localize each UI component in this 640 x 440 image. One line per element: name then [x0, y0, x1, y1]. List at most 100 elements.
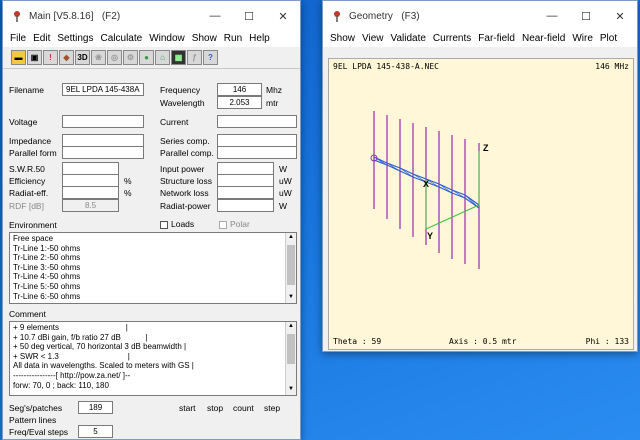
axis-scale-readout: Axis : 0.5 mtr	[449, 337, 517, 346]
scroll-down-icon[interactable]: ▼	[286, 293, 296, 303]
menu-item-far-field[interactable]: Far-field	[475, 31, 519, 47]
geometry-shortcut: (F3)	[401, 10, 420, 22]
sphere-icon[interactable]: ●	[139, 50, 154, 65]
polar-checkbox: Polar	[219, 219, 250, 229]
menu-item-window[interactable]: Window	[146, 31, 189, 47]
list-item[interactable]: Tr-Line 5:-50 ohms	[13, 282, 293, 292]
voltage-field[interactable]	[62, 115, 144, 128]
comment-box[interactable]: + 9 elements | + 10.7 dBi gain, f/b ratio…	[9, 321, 297, 396]
menu-item-near-field[interactable]: Near-field	[519, 31, 569, 47]
info-icon[interactable]: !	[43, 50, 58, 65]
network-loss-field[interactable]	[217, 186, 274, 199]
menu-item-help[interactable]: Help	[246, 31, 274, 47]
voltage-label: Voltage	[9, 117, 38, 127]
menu-item-calculate[interactable]: Calculate	[98, 31, 147, 47]
open-icon[interactable]: ▬	[11, 50, 26, 65]
step-label: step	[264, 403, 281, 413]
menu-item-validate[interactable]: Validate	[388, 31, 430, 47]
parallel-comp-label: Parallel comp.	[160, 148, 214, 158]
maximize-button[interactable]: ☐	[569, 1, 603, 31]
segs-field[interactable]: 189	[78, 401, 113, 414]
wavelength-field[interactable]: 2.053	[217, 96, 262, 109]
radiat-power-unit: W	[279, 201, 288, 211]
network-loss-unit: uW	[279, 188, 292, 198]
geometry-menubar: Show View Validate Currents Far-field Near-fi…	[323, 31, 637, 47]
list-item[interactable]: Tr-Line 3:-50 ohms	[13, 263, 293, 273]
antenna-drawing[interactable]: Z X Y	[329, 59, 635, 351]
efficiency-unit: %	[124, 176, 132, 186]
parallel-comp-field[interactable]	[217, 146, 297, 159]
comment-scrollbar[interactable]: ▲ ▼	[285, 322, 296, 395]
environment-scrollbar[interactable]: ▲ ▼	[285, 233, 296, 303]
menu-item-plot[interactable]: Plot	[597, 31, 621, 47]
swr-label: S.W.R.50	[9, 164, 45, 174]
antenna-app-icon	[334, 11, 340, 22]
input-power-label: Input power	[160, 164, 205, 174]
radiat-power-field[interactable]	[217, 199, 274, 212]
comment-line: + 10.7 dBi gain, f/b ratio 27 dB |	[13, 332, 148, 342]
freq-eval-field[interactable]: 5	[78, 425, 113, 438]
parallel-form-field[interactable]	[62, 146, 144, 159]
close-button[interactable]: ✕	[603, 1, 637, 31]
tool-icon[interactable]: ƒ	[187, 50, 202, 65]
snapshot-icon[interactable]: ◆	[59, 50, 74, 65]
list-item[interactable]: Tr-Line 6:-50 ohms	[13, 292, 293, 302]
minimize-button[interactable]: —	[198, 1, 232, 31]
environment-label: Environment	[9, 220, 57, 230]
filename-field[interactable]: 9EL LPDA 145-438A	[62, 83, 144, 96]
menu-item-show[interactable]: Show	[327, 31, 359, 47]
geometry-titlebar[interactable]: Geometry (F3) — ☐ ✕	[323, 1, 637, 31]
rdf-field: 8.5	[62, 199, 119, 212]
scroll-thumb[interactable]	[287, 334, 295, 364]
menu-item-edit[interactable]: Edit	[30, 31, 54, 47]
minimize-button[interactable]: —	[535, 1, 569, 31]
list-item[interactable]: Tr-Line 4:-50 ohms	[13, 272, 293, 282]
geometry-canvas[interactable]: 9EL LPDA 145-438-A.NEC 146 MHz Z X Y The…	[328, 58, 634, 350]
wavelength-label: Wavelength	[160, 98, 205, 108]
3d-icon[interactable]: 3D	[75, 50, 90, 65]
loads-checkbox[interactable]: Loads	[160, 219, 194, 229]
list-item[interactable]: Tr-Line 1:-50 ohms	[13, 244, 293, 254]
scroll-up-icon[interactable]: ▲	[286, 233, 296, 243]
pattern-icon[interactable]: ❀	[91, 50, 106, 65]
menu-item-wire[interactable]: Wire	[569, 31, 597, 47]
main-shortcut: (F2)	[101, 10, 121, 22]
main-titlebar[interactable]: Main [V5.8.16] (F2) — ☐ ✕	[3, 1, 300, 31]
help-icon[interactable]: ?	[203, 50, 218, 65]
theta-readout: Theta : 59	[333, 337, 382, 346]
radiat-eff-field[interactable]	[62, 186, 119, 199]
frequency-unit: Mhz	[266, 85, 283, 95]
menu-item-file[interactable]: File	[7, 31, 30, 47]
grid-icon[interactable]: ▦	[171, 50, 186, 65]
frequency-field[interactable]: 146	[217, 83, 262, 96]
maximize-button[interactable]: ☐	[232, 1, 266, 31]
scroll-down-icon[interactable]: ▼	[286, 385, 296, 395]
scroll-up-icon[interactable]: ▲	[286, 322, 296, 332]
home-icon[interactable]: ⌂	[155, 50, 170, 65]
frequency-label: Frequency	[160, 85, 201, 95]
menu-item-currents[interactable]: Currents	[430, 31, 475, 47]
menu-item-show[interactable]: Show	[189, 31, 221, 47]
scroll-thumb[interactable]	[287, 245, 295, 285]
start-label: start	[179, 403, 196, 413]
gear-icon[interactable]: ⚙	[123, 50, 138, 65]
rdf-label: RDF [dB]	[9, 201, 44, 211]
comment-line: + 9 elements |	[13, 323, 128, 332]
menu-item-view[interactable]: View	[359, 31, 388, 47]
radiat-power-label: Radiat-power	[160, 201, 211, 211]
input-power-unit: W	[279, 164, 288, 174]
main-title: Main [V5.8.16]	[29, 10, 94, 22]
phi-readout: Phi : 133	[585, 337, 629, 346]
current-label: Current	[160, 117, 189, 127]
save-icon[interactable]: ▣	[27, 50, 42, 65]
sweep-icon[interactable]: ◎	[107, 50, 122, 65]
axis-y-label: Y	[427, 231, 433, 241]
menu-item-run[interactable]: Run	[221, 31, 246, 47]
list-item[interactable]: Free space	[13, 234, 293, 244]
current-field[interactable]	[217, 115, 297, 128]
polar-check-icon	[219, 220, 227, 229]
menu-item-settings[interactable]: Settings	[54, 31, 97, 47]
list-item[interactable]: Tr-Line 2:-50 ohms	[13, 253, 293, 263]
environment-list[interactable]: Free space Tr-Line 1:-50 ohms Tr-Line 2:-5…	[9, 232, 297, 304]
close-button[interactable]: ✕	[266, 1, 300, 31]
